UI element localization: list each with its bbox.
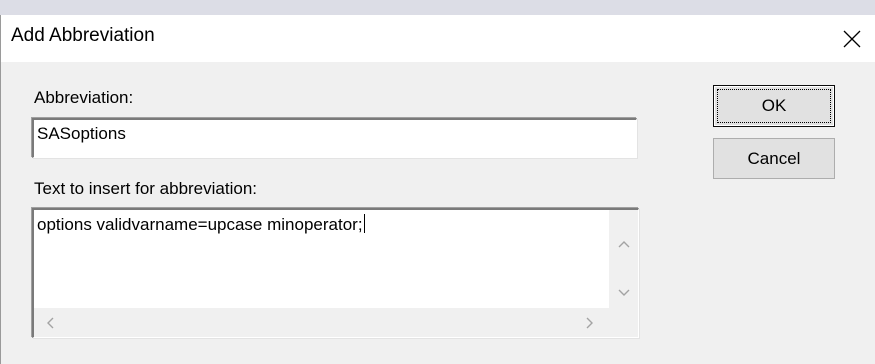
close-button[interactable] bbox=[829, 15, 875, 62]
abbreviation-input[interactable]: SASoptions bbox=[32, 118, 637, 158]
text-caret bbox=[363, 214, 365, 233]
chevron-up-icon[interactable] bbox=[618, 240, 630, 248]
insert-text-label: Text to insert for abbreviation: bbox=[34, 179, 258, 198]
close-icon bbox=[843, 30, 861, 47]
dialog-title: Add Abbreviation bbox=[11, 25, 155, 46]
vertical-scrollbar[interactable] bbox=[609, 210, 638, 311]
scrollbar-corner bbox=[609, 308, 638, 337]
insert-text-area[interactable]: options validvarname=upcase minoperator; bbox=[32, 208, 639, 338]
add-abbreviation-dialog: Add Abbreviation Abbreviation: SASoption… bbox=[0, 15, 875, 364]
horizontal-scrollbar[interactable] bbox=[34, 308, 611, 337]
cancel-button[interactable]: Cancel bbox=[713, 138, 835, 179]
abbreviation-input-value: SASoptions bbox=[37, 124, 126, 143]
insert-text-value: options validvarname=upcase minoperator; bbox=[37, 214, 365, 234]
chevron-left-icon[interactable] bbox=[46, 317, 54, 329]
abbreviation-label: Abbreviation: bbox=[34, 88, 134, 107]
chevron-right-icon[interactable] bbox=[586, 317, 594, 329]
ok-button[interactable]: OK bbox=[713, 85, 835, 127]
chevron-down-icon[interactable] bbox=[618, 289, 630, 297]
title-bar[interactable]: Add Abbreviation bbox=[1, 15, 875, 62]
